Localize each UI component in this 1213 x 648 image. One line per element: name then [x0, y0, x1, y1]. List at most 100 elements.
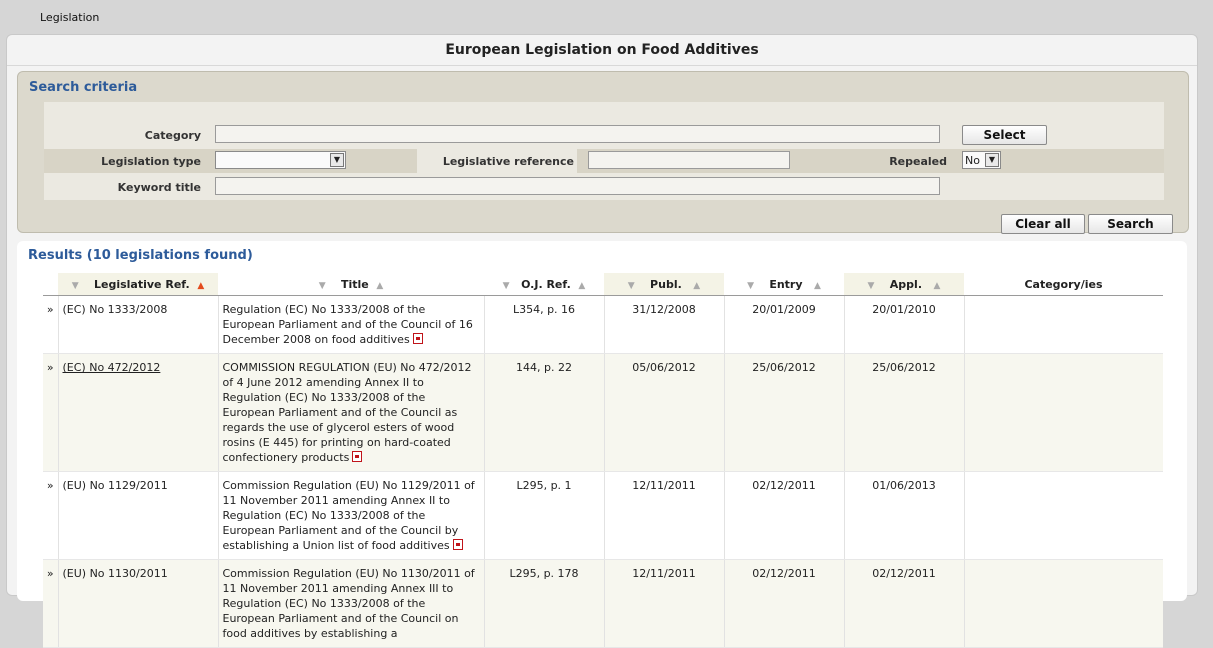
category-row: Category Select	[44, 123, 1164, 147]
legislation-type-label: Legislation type	[101, 155, 201, 168]
top-bar: Legislation	[0, 0, 1213, 34]
keyword-title-label: Keyword title	[117, 181, 201, 194]
title-cell: Commission Regulation (EU) No 1129/2011 …	[217, 471, 484, 560]
column-header-oj-ref[interactable]: ▼ O.J. Ref. ▲	[484, 273, 604, 296]
search-button[interactable]: Search	[1088, 214, 1173, 234]
sort-ascending-icon[interactable]: ▲	[934, 281, 941, 291]
row-expander[interactable]: »	[43, 559, 58, 648]
keyword-title-row: Keyword title	[44, 175, 1164, 199]
table-row: » (EC) No 1333/2008 Regulation (EC) No 1…	[43, 295, 1163, 354]
appl-cell: 02/12/2011	[843, 559, 964, 648]
oj-ref-cell: L295, p. 1	[483, 471, 604, 560]
legislative-reference-input[interactable]	[588, 151, 790, 169]
sort-ascending-active-icon[interactable]: ▲	[197, 281, 204, 291]
column-header-label: Entry	[769, 277, 803, 291]
column-header-categories: Category/ies	[964, 273, 1163, 296]
appl-cell: 01/06/2013	[843, 471, 964, 560]
breadcrumb[interactable]: Legislation	[40, 11, 99, 24]
table-row: » (EU) No 1129/2011 Commission Regulatio…	[43, 471, 1163, 560]
row-expander[interactable]: »	[43, 295, 58, 354]
column-header-label: O.J. Ref.	[521, 277, 571, 291]
legislation-type-select[interactable]: ▼	[215, 151, 346, 169]
oj-ref-cell: L354, p. 16	[483, 295, 604, 354]
results-panel: Results (10 legislations found) ▼ Legisl…	[17, 241, 1187, 648]
appl-cell: 25/06/2012	[843, 353, 964, 472]
column-header-label: Category/ies	[1024, 277, 1103, 291]
sort-descending-icon[interactable]: ▼	[503, 281, 510, 291]
table-row: » (EU) No 1130/2011 Commission Regulatio…	[43, 559, 1163, 648]
entry-cell: 02/12/2011	[723, 471, 844, 560]
row-expander[interactable]: »	[43, 353, 58, 472]
column-header-entry[interactable]: ▼ Entry ▲	[724, 273, 844, 296]
legislative-reference-label: Legislative reference	[442, 155, 574, 168]
legislation-type-cell: ▼	[209, 149, 417, 173]
legislative-ref-cell: (EC) No 472/2012	[57, 353, 218, 472]
column-header-label: Appl.	[889, 277, 923, 291]
select-button[interactable]: Select	[962, 125, 1047, 145]
results-table: ▼ Legislative Ref. ▲ ▼ Title ▲ ▼ O.J. Re…	[43, 273, 1163, 648]
category-cell	[963, 353, 1163, 472]
pdf-icon[interactable]	[352, 451, 363, 462]
category-cell	[963, 471, 1163, 560]
column-header-title[interactable]: ▼ Title ▲	[218, 273, 484, 296]
category-cell	[963, 295, 1163, 354]
title-text: Commission Regulation (EU) No 1130/2011 …	[222, 567, 475, 640]
title-text: Regulation (EC) No 1333/2008 of the Euro…	[222, 303, 473, 346]
column-header-label: Publ.	[650, 277, 682, 291]
column-header-label: Title	[340, 277, 369, 291]
entry-cell: 02/12/2011	[723, 559, 844, 648]
category-input[interactable]	[215, 125, 940, 143]
entry-cell: 20/01/2009	[723, 295, 844, 354]
title-text: Commission Regulation (EU) No 1129/2011 …	[222, 479, 475, 552]
appl-cell: 20/01/2010	[843, 295, 964, 354]
sort-descending-icon[interactable]: ▼	[628, 281, 635, 291]
search-form: Category Select Legislation type ▼ Legis…	[44, 102, 1164, 200]
search-criteria-panel: Search criteria Category Select Legislat…	[17, 71, 1189, 234]
column-header-label: Legislative Ref.	[94, 277, 190, 291]
category-label: Category	[144, 129, 201, 142]
clear-all-button[interactable]: Clear all	[1001, 214, 1085, 234]
column-header-publ[interactable]: ▼ Publ. ▲	[604, 273, 724, 296]
column-header-legislative-ref[interactable]: ▼ Legislative Ref. ▲	[58, 273, 218, 296]
sort-descending-icon[interactable]: ▼	[868, 281, 875, 291]
dropdown-arrow-icon[interactable]: ▼	[330, 153, 344, 167]
category-cell	[963, 559, 1163, 648]
repealed-select[interactable]: No ▼	[962, 151, 1001, 169]
entry-cell: 25/06/2012	[723, 353, 844, 472]
sort-ascending-icon[interactable]: ▲	[376, 281, 383, 291]
row-expander[interactable]: »	[43, 471, 58, 560]
sort-ascending-icon[interactable]: ▲	[693, 281, 700, 291]
legislative-ref-cell: (EU) No 1130/2011	[57, 559, 218, 648]
column-header-appl[interactable]: ▼ Appl. ▲	[844, 273, 964, 296]
oj-ref-cell: 144, p. 22	[483, 353, 604, 472]
table-row: » (EC) No 472/2012 COMMISSION REGULATION…	[43, 353, 1163, 472]
keyword-title-input[interactable]	[215, 177, 940, 195]
dropdown-arrow-icon[interactable]: ▼	[985, 153, 999, 167]
pdf-icon[interactable]	[412, 333, 423, 344]
publ-cell: 05/06/2012	[603, 353, 724, 472]
publ-cell: 12/11/2011	[603, 559, 724, 648]
title-text: COMMISSION REGULATION (EU) No 472/2012 o…	[222, 361, 472, 464]
sort-descending-icon[interactable]: ▼	[72, 281, 79, 291]
legislation-type-row: Legislation type ▼ Legislative reference…	[44, 149, 1164, 173]
search-criteria-title: Search criteria	[29, 80, 138, 95]
publ-cell: 31/12/2008	[603, 295, 724, 354]
pdf-icon[interactable]	[452, 539, 463, 550]
oj-ref-cell: L295, p. 178	[483, 559, 604, 648]
sort-descending-icon[interactable]: ▼	[747, 281, 754, 291]
legislative-ref-cell: (EC) No 1333/2008	[57, 295, 218, 354]
legislative-ref-link[interactable]: (EC) No 472/2012	[63, 361, 161, 374]
results-title: Results (10 legislations found)	[28, 248, 253, 263]
expander-column-header	[43, 273, 58, 296]
legislative-ref-cell: (EU) No 1129/2011	[57, 471, 218, 560]
page-title: European Legislation on Food Additives	[7, 35, 1197, 66]
sort-descending-icon[interactable]: ▼	[319, 281, 326, 291]
publ-cell: 12/11/2011	[603, 471, 724, 560]
title-cell: Regulation (EC) No 1333/2008 of the Euro…	[217, 295, 484, 354]
table-header-row: ▼ Legislative Ref. ▲ ▼ Title ▲ ▼ O.J. Re…	[43, 273, 1163, 296]
title-cell: Commission Regulation (EU) No 1130/2011 …	[217, 559, 484, 648]
sort-ascending-icon[interactable]: ▲	[814, 281, 821, 291]
repealed-value: No	[965, 154, 980, 167]
sort-ascending-icon[interactable]: ▲	[578, 281, 585, 291]
repealed-label: Repealed	[889, 155, 947, 168]
